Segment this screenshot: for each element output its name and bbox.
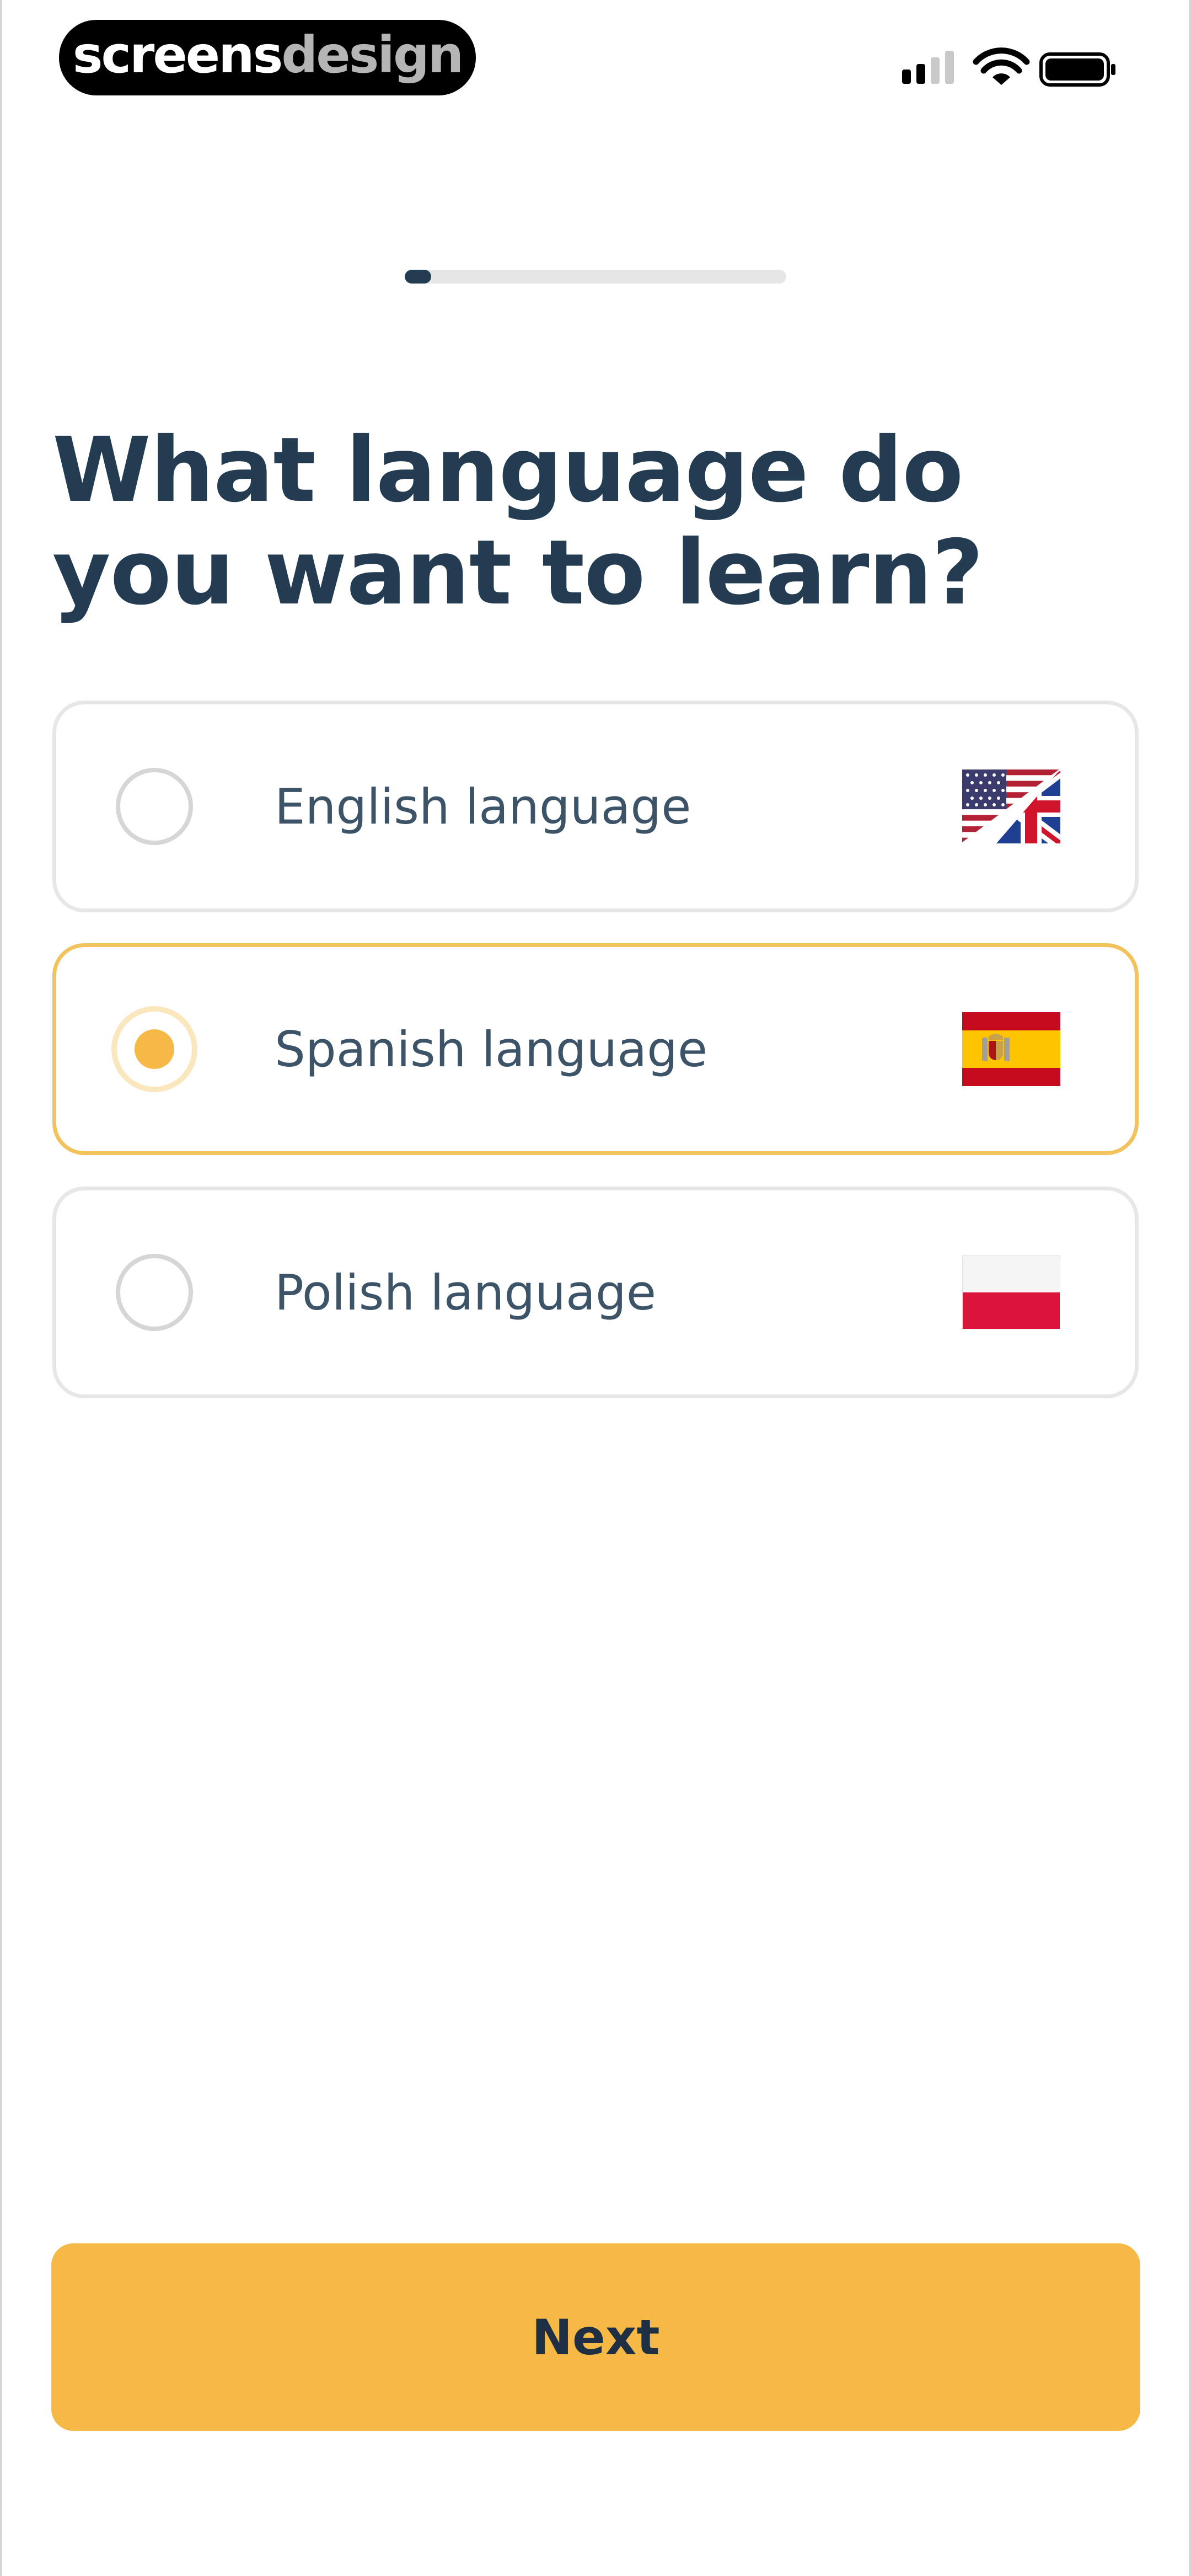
option-spanish[interactable]: Spanish language [52, 943, 1139, 1155]
progress-bar [405, 270, 786, 284]
poland-flag-icon [962, 1255, 1060, 1329]
left-edge-border [0, 0, 2, 2576]
next-button[interactable]: Next [51, 2243, 1140, 2431]
radio-button[interactable] [116, 1254, 193, 1331]
progress-fill [405, 270, 432, 284]
brand-primary-text: screens [72, 25, 283, 84]
option-label: Polish language [275, 1264, 656, 1321]
spain-coat-of-arms [982, 1034, 1010, 1061]
option-polish[interactable]: Polish language [52, 1187, 1139, 1398]
option-label: English language [275, 778, 691, 835]
us-uk-flag-icon [962, 769, 1060, 843]
question-title: What language do you want to learn? [52, 419, 984, 625]
brand-secondary-text: design [281, 25, 464, 84]
option-english[interactable]: English language [52, 701, 1139, 912]
spain-flag-icon [962, 1012, 1060, 1086]
radio-button[interactable] [116, 768, 193, 845]
battery-icon [1039, 52, 1115, 87]
right-edge-border [1189, 0, 1191, 2576]
option-label: Spanish language [275, 1020, 708, 1078]
brand-logo: screensdesign [59, 20, 476, 95]
cellular-signal-icon [902, 51, 954, 84]
status-icons [902, 47, 1115, 87]
radio-button-selected[interactable] [111, 1006, 197, 1092]
wifi-icon [973, 47, 1030, 85]
